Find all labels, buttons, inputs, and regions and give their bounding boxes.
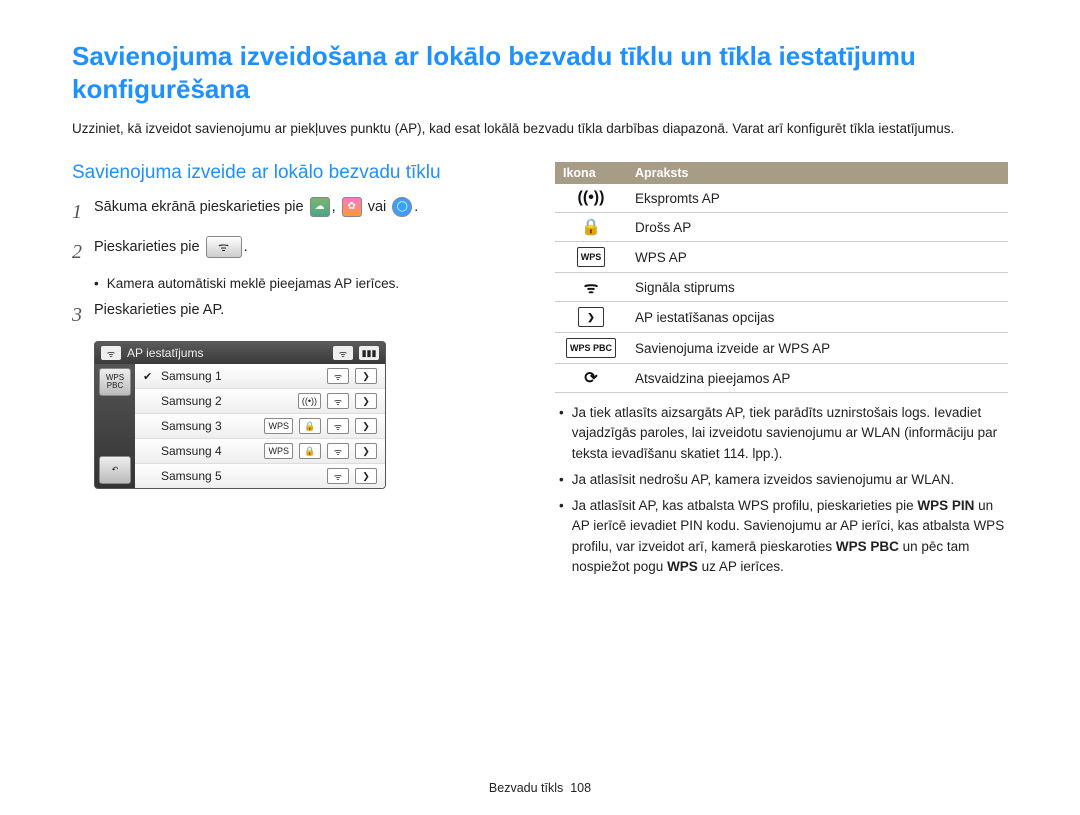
back-button[interactable]: ↶: [99, 456, 131, 484]
note-text: Ja atlasīsit nedrošu AP, kamera izveidos…: [572, 470, 954, 490]
notes-list: Ja tiek atlasīts aizsargāts AP, tiek par…: [555, 403, 1008, 577]
home-icon-2: ✿: [342, 197, 362, 217]
th-desc: Apraksts: [627, 162, 1008, 184]
ap-options-icon: ❯: [578, 307, 604, 327]
row-desc: AP iestatīšanas opcijas: [627, 302, 1008, 333]
home-icon-3: ◯: [392, 197, 412, 217]
row-desc: Atsvaidzina pieejamos AP: [627, 364, 1008, 393]
step-2: 2 Pieskarieties pie ᯤ.: [72, 236, 525, 268]
wifi-icon: ᯤ: [327, 443, 349, 459]
ap-name: Samsung 3: [161, 419, 258, 433]
table-row: WPS WPS AP: [555, 242, 1008, 273]
table-row: ((•)) Ekspromts AP: [555, 184, 1008, 213]
adhoc-ap-icon: ((•)): [575, 189, 608, 207]
wps-pbc-button[interactable]: WPS PBC: [99, 368, 131, 396]
step-number: 2: [72, 236, 94, 268]
secure-ap-icon: 🔒: [578, 218, 604, 236]
battery-icon: ▮▮▮: [359, 346, 379, 360]
wps-pbc-icon: WPS PBC: [566, 338, 616, 358]
wifi-icon: ᯤ: [327, 418, 349, 434]
step-1-text-a: Sākuma ekrānā pieskarieties pie: [94, 199, 308, 215]
wifi-settings-icon: ᯤ: [206, 236, 242, 258]
home-icon-1: ☁: [310, 197, 330, 217]
section-heading: Savienojuma izveide ar lokālo bezvadu tī…: [72, 162, 525, 184]
step-2-text-a: Pieskarieties pie: [94, 239, 204, 255]
footer-label: Bezvadu tīkls: [489, 781, 563, 795]
ap-titlebar: ᯤ AP iestatījums ᯤ ▮▮▮: [95, 342, 385, 364]
step-1-end: .: [414, 199, 418, 215]
wifi-icon: ᯤ: [101, 346, 121, 360]
ap-name: Samsung 1: [161, 369, 321, 383]
wps-pbc-label: WPS PBC: [836, 539, 899, 554]
note-item: Ja tiek atlasīts aizsargāts AP, tiek par…: [555, 403, 1008, 464]
check-icon: ✔: [143, 370, 155, 383]
ap-item[interactable]: Samsung 5 ᯤ ❯: [135, 464, 385, 488]
next-icon[interactable]: ❯: [355, 418, 377, 434]
row-desc: Ekspromts AP: [627, 184, 1008, 213]
ap-item[interactable]: Samsung 4 WPS 🔒 ᯤ ❯: [135, 439, 385, 464]
step-2-sub-text: Kamera automātiski meklē pieejamas AP ie…: [107, 276, 399, 291]
page-number: 108: [570, 781, 591, 795]
next-icon[interactable]: ❯: [355, 443, 377, 459]
next-icon[interactable]: ❯: [355, 368, 377, 384]
ap-list: ✔ Samsung 1 ᯤ ❯ Samsung 2 ((•)) ᯤ ❯: [135, 364, 385, 488]
signal-strength-icon: ᯤ: [579, 278, 603, 296]
wps-badge: WPS: [264, 443, 293, 459]
wifi-icon: ᯤ: [327, 368, 349, 384]
note-text: Ja tiek atlasīts aizsargāts AP, tiek par…: [572, 403, 1008, 464]
step-number: 1: [72, 196, 94, 228]
table-row: WPS PBC Savienojuma izveide ar WPS AP: [555, 333, 1008, 364]
row-desc: WPS AP: [627, 242, 1008, 273]
th-icon: Ikona: [555, 162, 627, 184]
wifi-icon: ᯤ: [327, 393, 349, 409]
wifi-icon: ᯤ: [327, 468, 349, 484]
step-number: 3: [72, 299, 94, 331]
ap-name: Samsung 2: [161, 394, 292, 408]
table-row: ᯤ Signāla stiprums: [555, 273, 1008, 302]
step-1-or: vai: [368, 199, 391, 215]
signal-icon: ᯤ: [333, 346, 353, 360]
wps-label: WPS: [667, 559, 698, 574]
row-desc: Signāla stiprums: [627, 273, 1008, 302]
table-row: ⟳ Atsvaidzina pieejamos AP: [555, 364, 1008, 393]
table-row: ❯ AP iestatīšanas opcijas: [555, 302, 1008, 333]
next-icon[interactable]: ❯: [355, 393, 377, 409]
wps-badge: WPS: [264, 418, 293, 434]
step-3: 3 Pieskarieties pie AP.: [72, 299, 525, 331]
step-1-comma: ,: [332, 199, 340, 215]
row-desc: Savienojuma izveide ar WPS AP: [627, 333, 1008, 364]
wps-ap-icon: WPS: [577, 247, 606, 267]
antenna-icon: ((•)): [298, 393, 321, 409]
lock-icon: 🔒: [299, 418, 321, 434]
wps-pin-label: WPS PIN: [917, 498, 974, 513]
ap-item[interactable]: Samsung 2 ((•)) ᯤ ❯: [135, 389, 385, 414]
step-3-text: Pieskarieties pie AP.: [94, 299, 525, 331]
ap-name: Samsung 4: [161, 444, 258, 458]
note-text: Ja atlasīsit AP, kas atbalsta WPS profil…: [572, 496, 1008, 577]
ap-item[interactable]: Samsung 3 WPS 🔒 ᯤ ❯: [135, 414, 385, 439]
next-icon[interactable]: ❯: [355, 468, 377, 484]
ap-settings-widget: ᯤ AP iestatījums ᯤ ▮▮▮ WPS PBC ↶: [94, 341, 386, 489]
ap-item[interactable]: ✔ Samsung 1 ᯤ ❯: [135, 364, 385, 389]
icon-legend-table: Ikona Apraksts ((•)) Ekspromts AP 🔒 Drošs …: [555, 162, 1008, 393]
page-footer: Bezvadu tīkls 108: [0, 781, 1080, 795]
note-item: Ja atlasīsit AP, kas atbalsta WPS profil…: [555, 496, 1008, 577]
intro-text: Uzziniet, kā izveidot savienojumu ar pie…: [72, 119, 1008, 139]
step-1: 1 Sākuma ekrānā pieskarieties pie ☁, ✿ v…: [72, 196, 525, 228]
table-row: 🔒 Drošs AP: [555, 213, 1008, 242]
note-item: Ja atlasīsit nedrošu AP, kamera izveidos…: [555, 470, 1008, 490]
ap-name: Samsung 5: [161, 469, 321, 483]
page-title: Savienojuma izveidošana ar lokālo bezvad…: [72, 40, 1008, 105]
step-2-end: .: [244, 239, 248, 255]
row-desc: Drošs AP: [627, 213, 1008, 242]
refresh-icon: ⟳: [579, 369, 603, 387]
lock-icon: 🔒: [299, 443, 321, 459]
ap-title: AP iestatījums: [127, 346, 203, 360]
step-2-sub: Kamera automātiski meklē pieejamas AP ie…: [94, 276, 525, 291]
